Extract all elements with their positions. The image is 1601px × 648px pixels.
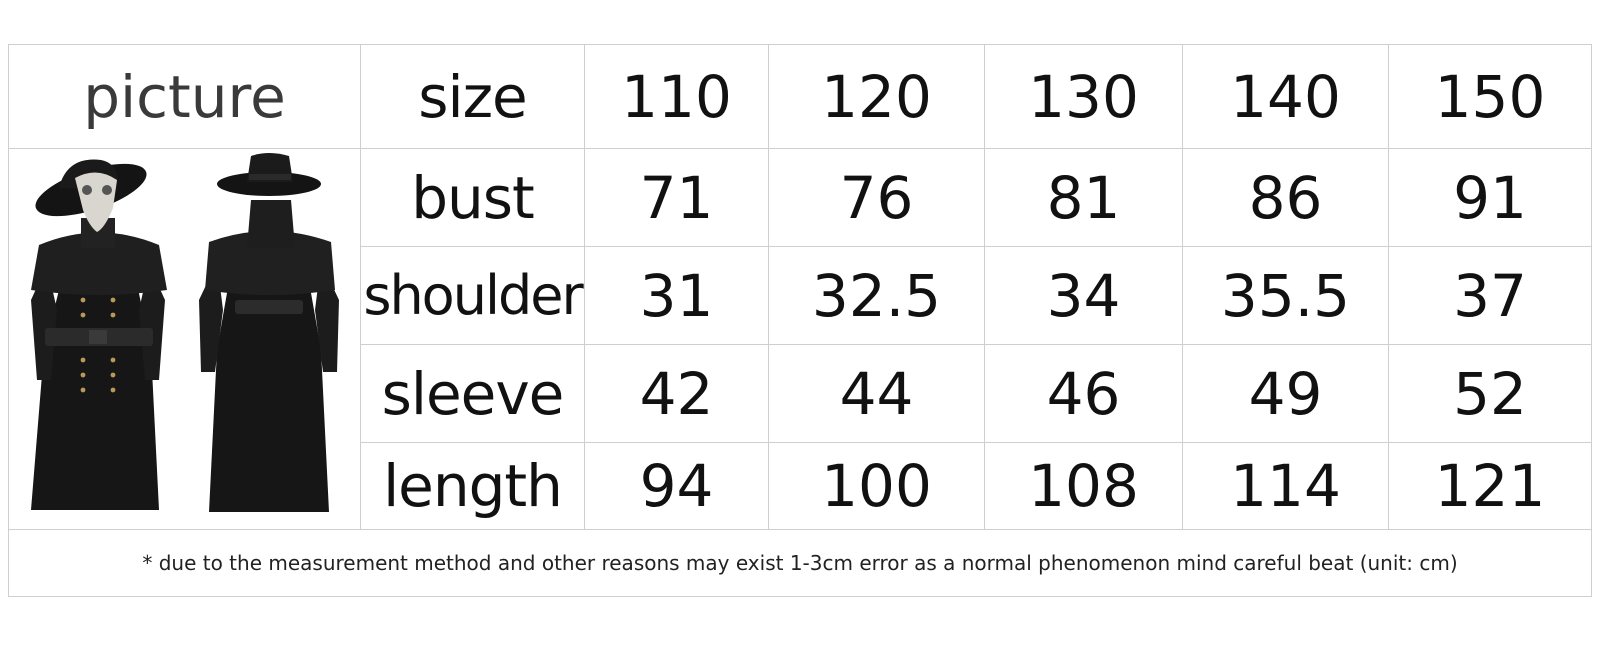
length-130: 108 (984, 442, 1183, 530)
sleeve-110: 42 (584, 344, 769, 443)
bust-110: 71 (584, 148, 769, 247)
shoulder-140: 35.5 (1182, 246, 1389, 345)
size-120-header: 120 (768, 44, 985, 149)
size-chart-table: picture size 110 120 130 140 150 bust 71… (8, 44, 1592, 597)
size-130-header: 130 (984, 44, 1183, 149)
bust-120: 76 (768, 148, 985, 247)
bust-150: 91 (1388, 148, 1592, 247)
bust-label: bust (360, 148, 585, 247)
plague-doctor-costume-image (31, 153, 339, 512)
size-header: size (360, 44, 585, 149)
shoulder-label: shoulder (360, 246, 585, 345)
bust-row: bust 71 76 81 86 91 (8, 148, 1592, 530)
costume-front-figure (31, 159, 167, 510)
length-110: 94 (584, 442, 769, 530)
shoulder-150: 37 (1388, 246, 1592, 345)
size-chart: picture size 110 120 130 140 150 bust 71… (8, 44, 1592, 606)
sleeve-130: 46 (984, 344, 1183, 443)
length-120: 100 (768, 442, 985, 530)
picture-header: picture (8, 44, 361, 149)
note-row: * due to the measurement method and othe… (8, 529, 1592, 597)
sleeve-140: 49 (1182, 344, 1389, 443)
costume-back-figure (199, 153, 339, 512)
header-row: picture size 110 120 130 140 150 (8, 44, 1592, 149)
bust-130: 81 (984, 148, 1183, 247)
size-140-header: 140 (1182, 44, 1389, 149)
sleeve-150: 52 (1388, 344, 1592, 443)
length-150: 121 (1388, 442, 1592, 530)
size-110-header: 110 (584, 44, 769, 149)
length-label: length (360, 442, 585, 530)
sleeve-120: 44 (768, 344, 985, 443)
length-140: 114 (1182, 442, 1389, 530)
measurement-note: * due to the measurement method and othe… (8, 529, 1592, 597)
sleeve-label: sleeve (360, 344, 585, 443)
shoulder-110: 31 (584, 246, 769, 345)
shoulder-120: 32.5 (768, 246, 985, 345)
size-150-header: 150 (1388, 44, 1592, 149)
bust-140: 86 (1182, 148, 1389, 247)
costume-picture-cell (8, 148, 361, 530)
shoulder-130: 34 (984, 246, 1183, 345)
